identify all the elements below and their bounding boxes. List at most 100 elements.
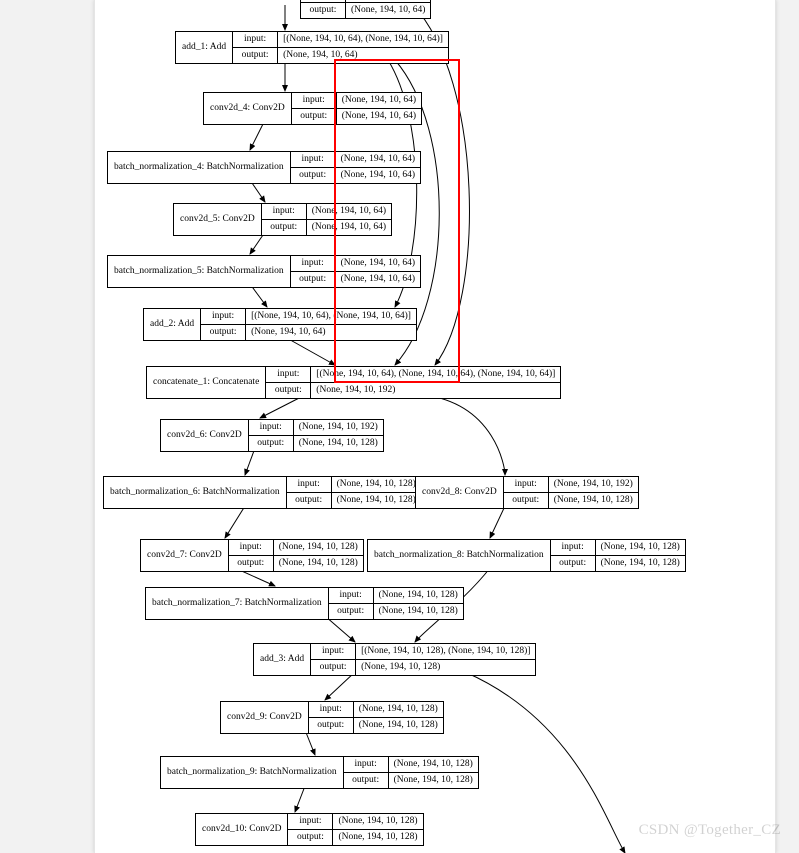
io-label: output: [287,493,332,508]
node-partial-top: output: (None, 194, 10, 64) [300,0,431,19]
io-label: input: [201,309,246,324]
io-label: output: [262,220,307,235]
io-value: (None, 194, 10, 128) [332,477,421,492]
io-value: (None, 194, 10, 64) [336,152,420,167]
io-label: input: [291,256,336,271]
node-name: batch_normalization_8: BatchNormalizatio… [368,540,551,571]
io-label: input: [311,644,356,659]
io-value: (None, 194, 10, 192) [311,383,400,398]
node-conv2d-8: conv2d_8: Conv2D input:(None, 194, 10, 1… [415,476,639,509]
node-bn-6: batch_normalization_6: BatchNormalizatio… [103,476,422,509]
io-label: output: [329,604,374,619]
io-label: input: [329,588,374,603]
io-label: output: [288,830,333,845]
io-label: input: [229,540,274,555]
io-label: input: [262,204,307,219]
io-value: (None, 194, 10, 64) [337,109,421,124]
io-label: input: [309,702,354,717]
io-label: output: [551,556,596,571]
io-label: input: [344,757,389,772]
io-value: (None, 194, 10, 128) [596,556,685,571]
node-bn-9: batch_normalization_9: BatchNormalizatio… [160,756,479,789]
io-value: (None, 194, 10, 128) [389,757,478,772]
node-bn-4: batch_normalization_4: BatchNormalizatio… [107,151,421,184]
io-value: (None, 194, 10, 64) [307,204,391,219]
io-value: (None, 194, 10, 64) [246,325,330,340]
node-name: conv2d_4: Conv2D [204,93,292,124]
io-label: output: [229,556,274,571]
watermark: CSDN @Together_CZ [639,822,781,839]
node-name: conv2d_9: Conv2D [221,702,309,733]
node-conv2d-5: conv2d_5: Conv2D input:(None, 194, 10, 6… [173,203,392,236]
node-name: conv2d_8: Conv2D [416,477,504,508]
io-label: input: [266,367,311,382]
io-value: (None, 194, 10, 128) [374,588,463,603]
io-label: output: [201,325,246,340]
document-page: output: (None, 194, 10, 64) add_1: Add i… [94,0,776,853]
io-value: (None, 194, 10, 128) [356,660,445,675]
node-conv2d-7: conv2d_7: Conv2D input:(None, 194, 10, 1… [140,539,364,572]
node-name: batch_normalization_5: BatchNormalizatio… [108,256,291,287]
io-label: output: [233,48,278,63]
io-label: input: [249,420,294,435]
io-value: (None, 194, 10, 128) [332,493,421,508]
io-label: input: [292,93,337,108]
io-value: (None, 194, 10, 128) [333,830,422,845]
node-name: add_1: Add [176,32,233,63]
io-value: (None, 194, 10, 192) [294,420,383,435]
io-value: (None, 194, 10, 64) [346,3,430,18]
io-label: output: [266,383,311,398]
node-conv2d-6: conv2d_6: Conv2D input:(None, 194, 10, 1… [160,419,384,452]
io-label: output: [504,493,549,508]
io-value: (None, 194, 10, 128) [549,493,638,508]
io-value: (None, 194, 10, 128) [374,604,463,619]
node-name: conv2d_5: Conv2D [174,204,262,235]
io-value: (None, 194, 10, 128) [389,773,478,788]
io-value: (None, 194, 10, 64) [336,168,420,183]
io-label: input: [504,477,549,492]
io-label: input: [551,540,596,555]
io-label: output: [309,718,354,733]
node-name: conv2d_6: Conv2D [161,420,249,451]
node-conv2d-4: conv2d_4: Conv2D input:(None, 194, 10, 6… [203,92,422,125]
io-value: (None, 194, 10, 64) [336,256,420,271]
node-name: batch_normalization_9: BatchNormalizatio… [161,757,344,788]
io-value: [(None, 194, 10, 64), (None, 194, 10, 64… [278,32,448,47]
io-value: [(None, 194, 10, 64), (None, 194, 10, 64… [246,309,416,324]
io-value: (None, 194, 10, 64) [307,220,391,235]
io-label: output: [344,773,389,788]
node-name: add_2: Add [144,309,201,340]
io-value: (None, 194, 10, 192) [549,477,638,492]
io-label: output: [291,168,336,183]
stage: output: (None, 194, 10, 64) add_1: Add i… [0,0,799,853]
io-value: (None, 194, 10, 128) [354,718,443,733]
node-name: concatenate_1: Concatenate [147,367,266,398]
io-value: [(None, 194, 10, 128), (None, 194, 10, 1… [356,644,535,659]
node-add-2: add_2: Add input:[(None, 194, 10, 64), (… [143,308,417,341]
io-value: (None, 194, 10, 64) [278,48,362,63]
node-name: batch_normalization_4: BatchNormalizatio… [108,152,291,183]
io-value: (None, 194, 10, 128) [596,540,685,555]
node-add-1: add_1: Add input: [(None, 194, 10, 64), … [175,31,449,64]
io-label: input: [287,477,332,492]
node-name: conv2d_10: Conv2D [196,814,288,845]
node-add-3: add_3: Add input:[(None, 194, 10, 128), … [253,643,536,676]
node-name: conv2d_7: Conv2D [141,540,229,571]
io-value: [(None, 194, 10, 64), (None, 194, 10, 64… [311,367,560,382]
io-value: (None, 194, 10, 128) [274,540,363,555]
io-value: (None, 194, 10, 128) [274,556,363,571]
node-name: batch_normalization_6: BatchNormalizatio… [104,477,287,508]
io-label: output: [311,660,356,675]
io-label: output: [291,272,336,287]
node-bn-8: batch_normalization_8: BatchNormalizatio… [367,539,686,572]
io-value: (None, 194, 10, 64) [337,93,421,108]
io-label: output: [249,436,294,451]
node-bn-7: batch_normalization_7: BatchNormalizatio… [145,587,464,620]
io-label: output: [292,109,337,124]
io-value: (None, 194, 10, 64) [336,272,420,287]
node-conv2d-9: conv2d_9: Conv2D input:(None, 194, 10, 1… [220,701,444,734]
node-conv2d-10: conv2d_10: Conv2D input:(None, 194, 10, … [195,813,424,846]
io-value: (None, 194, 10, 128) [354,702,443,717]
io-value: (None, 194, 10, 128) [294,436,383,451]
io-label: input: [233,32,278,47]
